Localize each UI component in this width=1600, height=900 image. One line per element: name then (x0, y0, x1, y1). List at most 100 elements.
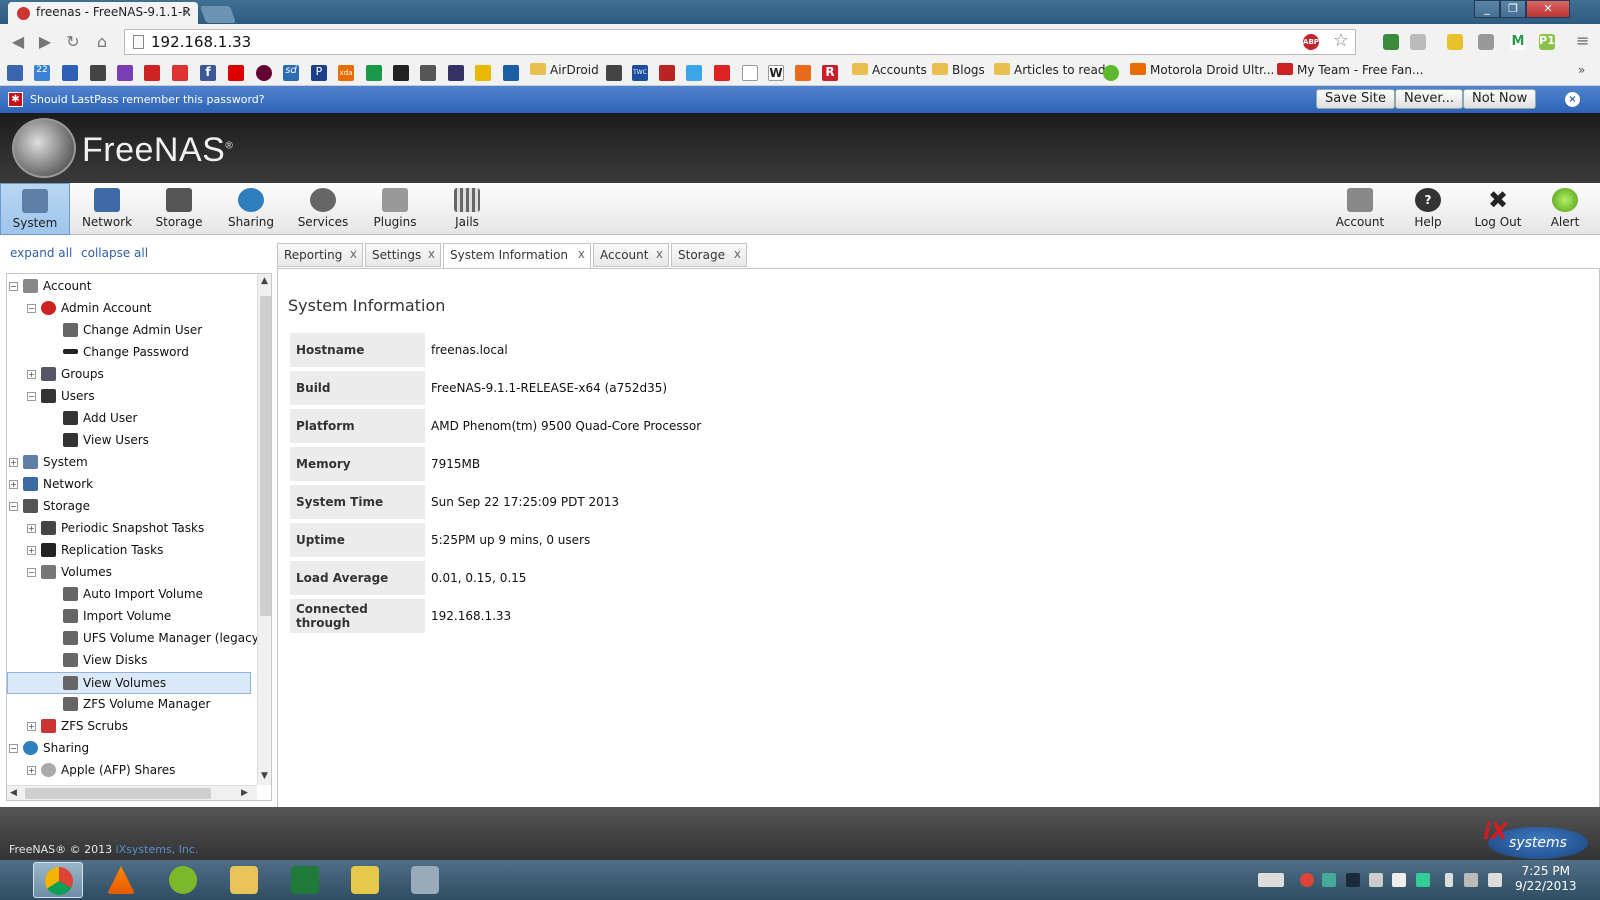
bookmark-icon[interactable] (172, 65, 188, 81)
tree-node-add-user[interactable]: Add User (63, 408, 137, 430)
nav-account[interactable]: Account (1325, 183, 1395, 235)
tree-node-import-volume[interactable]: Import Volume (63, 606, 171, 628)
tree-node-sharing[interactable]: − Sharing (9, 738, 89, 760)
new-tab-button[interactable] (199, 6, 237, 23)
address-bar[interactable]: 192.168.1.33 ABP ☆ (124, 29, 1356, 55)
tree-node-network[interactable]: + Network (9, 474, 93, 496)
nav-network[interactable]: Network (72, 183, 142, 235)
close-window-button[interactable]: ✕ (1526, 0, 1570, 18)
taskbar-vlc[interactable] (96, 862, 146, 898)
bookmark-icon[interactable] (228, 65, 244, 81)
bookmark-icon[interactable] (62, 65, 78, 81)
nav-storage[interactable]: Storage (144, 183, 214, 235)
tree-node-system[interactable]: + System (9, 452, 88, 474)
tab-close-icon[interactable]: x (656, 247, 663, 261)
taskbar-clock[interactable]: 7:25 PM 9/22/2013 (1515, 864, 1577, 894)
bookmark-accounts[interactable]: Accounts (852, 63, 927, 77)
scroll-down-icon[interactable]: ▼ (261, 771, 268, 781)
scroll-thumb[interactable] (260, 296, 271, 616)
nav-logout[interactable]: ✖ Log Out (1463, 183, 1533, 235)
tree-node-change-admin-user[interactable]: Change Admin User (63, 320, 202, 342)
nav-help[interactable]: ? Help (1395, 183, 1461, 235)
nav-system[interactable]: System (0, 183, 70, 235)
bookmark-icon[interactable]: R (822, 65, 838, 81)
bookmark-icon[interactable] (420, 65, 436, 81)
twitter-icon[interactable] (686, 65, 702, 81)
extension-icon[interactable] (1383, 34, 1399, 50)
taskbar-chrome[interactable] (33, 862, 83, 898)
bookmark-articles[interactable]: Articles to read (994, 63, 1105, 77)
never-button[interactable]: Never... (1395, 89, 1463, 109)
bookmark-icon[interactable] (90, 65, 106, 81)
tree-node-view-volumes[interactable]: View Volumes (7, 672, 251, 694)
bookmark-myteam[interactable]: My Team - Free Fan... (1277, 63, 1423, 77)
tree-node-users[interactable]: − Users (27, 386, 95, 408)
nav-jails[interactable]: Jails (432, 183, 502, 235)
tab-account[interactable]: Account x (593, 243, 669, 267)
taskbar-explorer[interactable] (219, 862, 269, 898)
tree-node-periodic-snapshot-tasks[interactable]: + Periodic Snapshot Tasks (27, 518, 204, 540)
taskbar-spotify[interactable] (158, 862, 208, 898)
tree-node-view-disks[interactable]: View Disks (63, 650, 147, 672)
bookmark-icon[interactable]: TWC (632, 65, 648, 81)
lastpass-close-icon[interactable]: × (1565, 92, 1580, 107)
flag-icon[interactable] (1392, 873, 1406, 887)
tree-vertical-scrollbar[interactable]: ▲ ▼ (257, 274, 271, 785)
tab-close-icon[interactable]: x (578, 247, 585, 261)
chrome-tray-icon[interactable] (1300, 873, 1314, 887)
nav-sharing[interactable]: Sharing (216, 183, 286, 235)
cast-icon[interactable] (1478, 34, 1494, 50)
tray-icon[interactable] (1346, 873, 1360, 887)
bookmark-icon[interactable] (795, 65, 811, 81)
paypal-icon[interactable] (503, 65, 519, 81)
bookmark-star-icon[interactable]: ☆ (1333, 30, 1349, 51)
minimize-button[interactable]: _ (1474, 0, 1500, 18)
tab-reporting[interactable]: Reporting x (277, 243, 363, 267)
wikipedia-icon[interactable]: W (768, 65, 784, 81)
nav-services[interactable]: Services (288, 183, 358, 235)
taskbar-excel[interactable] (280, 862, 330, 898)
bookmark-icon[interactable] (659, 65, 675, 81)
page-icon[interactable] (742, 65, 758, 81)
tab-close-icon[interactable]: x (428, 247, 435, 261)
bookmark-airdroid[interactable]: AirDroid (530, 63, 599, 77)
bookmark-icon[interactable] (606, 65, 622, 81)
menu-icon[interactable]: ≡ (1576, 33, 1592, 50)
bookmark-icon[interactable] (256, 65, 272, 81)
forward-icon[interactable]: ▶ (35, 32, 55, 52)
tree-node-change-password[interactable]: Change Password (63, 342, 189, 364)
tree-node-afp-shares[interactable]: + Apple (AFP) Shares (27, 760, 175, 782)
tab-system-information[interactable]: System Information x (443, 243, 591, 269)
bookmark-icon[interactable]: xda (338, 65, 354, 81)
collapse-all-link[interactable]: collapse all (81, 246, 148, 260)
bookmark-icon[interactable] (448, 65, 464, 81)
tab-close-icon[interactable]: x (734, 247, 741, 261)
bookmark-icon[interactable] (366, 65, 382, 81)
tree-node-storage[interactable]: − Storage (9, 496, 90, 518)
battery-icon[interactable] (1445, 873, 1453, 887)
bookmark-blogs[interactable]: Blogs (932, 63, 985, 77)
tree-node-zfs-scrubs[interactable]: + ZFS Scrubs (27, 716, 128, 738)
tree-node-replication-tasks[interactable]: + Replication Tasks (27, 540, 163, 562)
adblock-icon[interactable]: ABP (1303, 34, 1319, 50)
browser-tab[interactable]: freenas - FreeNAS-9.1.1-R × (8, 2, 198, 24)
bookmark-icon[interactable]: P (311, 65, 327, 81)
tree-node-ufs-volume-manager[interactable]: UFS Volume Manager (legacy) (63, 628, 264, 650)
bookmark-icon[interactable]: sd (283, 65, 299, 81)
tree-node-account[interactable]: − Account (9, 276, 91, 298)
not-now-button[interactable]: Not Now (1463, 89, 1537, 109)
bookmark-icon[interactable] (117, 65, 133, 81)
tab-close-icon[interactable]: x (350, 247, 357, 261)
amazon-icon[interactable] (393, 65, 409, 81)
drive-icon[interactable] (1416, 873, 1430, 887)
tab-settings[interactable]: Settings x (365, 243, 441, 267)
maximize-button[interactable]: ❐ (1500, 0, 1526, 18)
volume-icon[interactable] (1488, 873, 1502, 887)
tab-close-icon[interactable]: × (182, 5, 192, 19)
home-icon[interactable]: ⌂ (92, 32, 112, 52)
tree-node-volumes[interactable]: − Volumes (27, 562, 112, 584)
scroll-thumb[interactable] (25, 788, 211, 799)
nav-plugins[interactable]: Plugins (360, 183, 430, 235)
tree-node-auto-import-volume[interactable]: Auto Import Volume (63, 584, 203, 606)
tree-node-view-users[interactable]: View Users (63, 430, 149, 452)
